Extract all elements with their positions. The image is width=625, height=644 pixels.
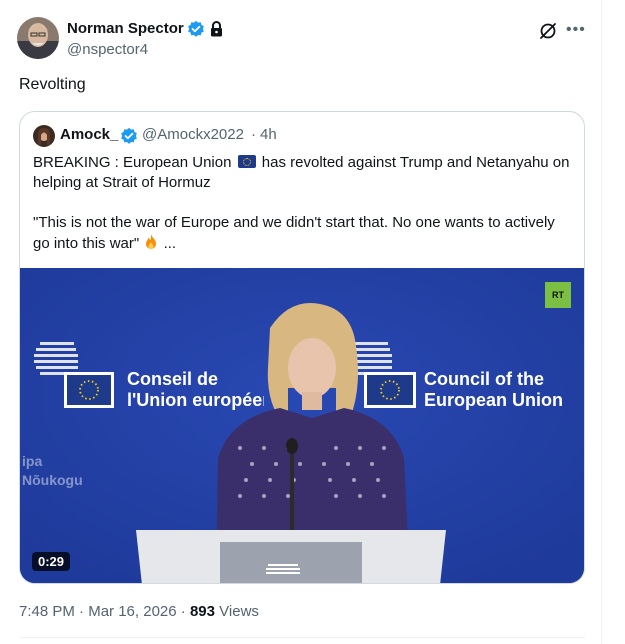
sign-left-line-1: Conseil de [127,369,219,389]
author-avatar[interactable] [17,17,59,59]
quoted-text-line-3: "This is not the war of Europe and we di… [33,214,555,231]
quoted-author-avatar[interactable] [33,125,55,147]
video-frame [20,268,584,583]
quoted-text-line-4: go into this war" ... [33,233,176,254]
rt-logo: RT [545,282,571,308]
more-icon[interactable]: ••• [566,22,586,40]
verified-badge-icon [188,20,204,37]
author-handle[interactable]: @nspector4 [67,41,148,58]
quoted-text-line-1-end: has revolted against Trump and Netanyahu… [261,154,570,171]
tweet-time[interactable]: 7:48 PM [19,603,75,620]
sign-right-line-2: European Union [424,390,563,410]
sign-left-line-2: l'Union européenne [127,390,264,410]
timeline-right-border [601,0,602,644]
quoted-author-name[interactable]: Amock_ [60,126,118,143]
quoted-text-line-2: helping at Strait of Hormuz [33,174,211,191]
footer-separator-1: · [79,603,85,620]
eu-flag-icon [237,155,256,168]
quoted-author-handle[interactable]: @Amockx2022 [142,126,244,143]
quoted-text-line-4-start: go into this war" [33,235,140,252]
tweet-date[interactable]: Mar 16, 2026 [88,603,176,620]
quoted-verified-badge-icon [121,127,137,144]
quoted-text-line-1-start: BREAKING : European Union [33,154,232,171]
quoted-text-line-4-end: ... [163,235,177,252]
video-duration-badge: 0:29 [32,552,71,571]
quoted-tweet-card[interactable]: Amock_ @Amockx2022 · 4h BREAKING : Europ… [19,111,585,584]
sign-bottom-line-2: Nõukogu [22,472,83,488]
footer-separator-2: · [180,603,186,620]
tweet-text: Revolting [19,76,86,93]
sign-bottom-line-1: ipa [22,453,43,469]
fire-icon [146,234,157,249]
footer-divider [19,637,585,638]
sign-right-line-1: Council of the [424,369,544,389]
author-name[interactable]: Norman Spector [67,20,184,37]
lock-icon [211,21,222,37]
grok-icon[interactable] [538,21,558,41]
quoted-time[interactable]: 4h [260,126,277,143]
video-player[interactable]: Conseil de l'Union européenne Council of… [20,268,584,583]
tweet-timestamp: 7:48 PM · Mar 16, 2026 · 893 Views [19,603,259,620]
quoted-text-line-1: BREAKING : European Union has revolted a… [33,153,569,173]
views-label: Views [219,603,259,620]
views-count[interactable]: 893 [190,603,215,620]
quoted-separator: · [251,126,256,143]
